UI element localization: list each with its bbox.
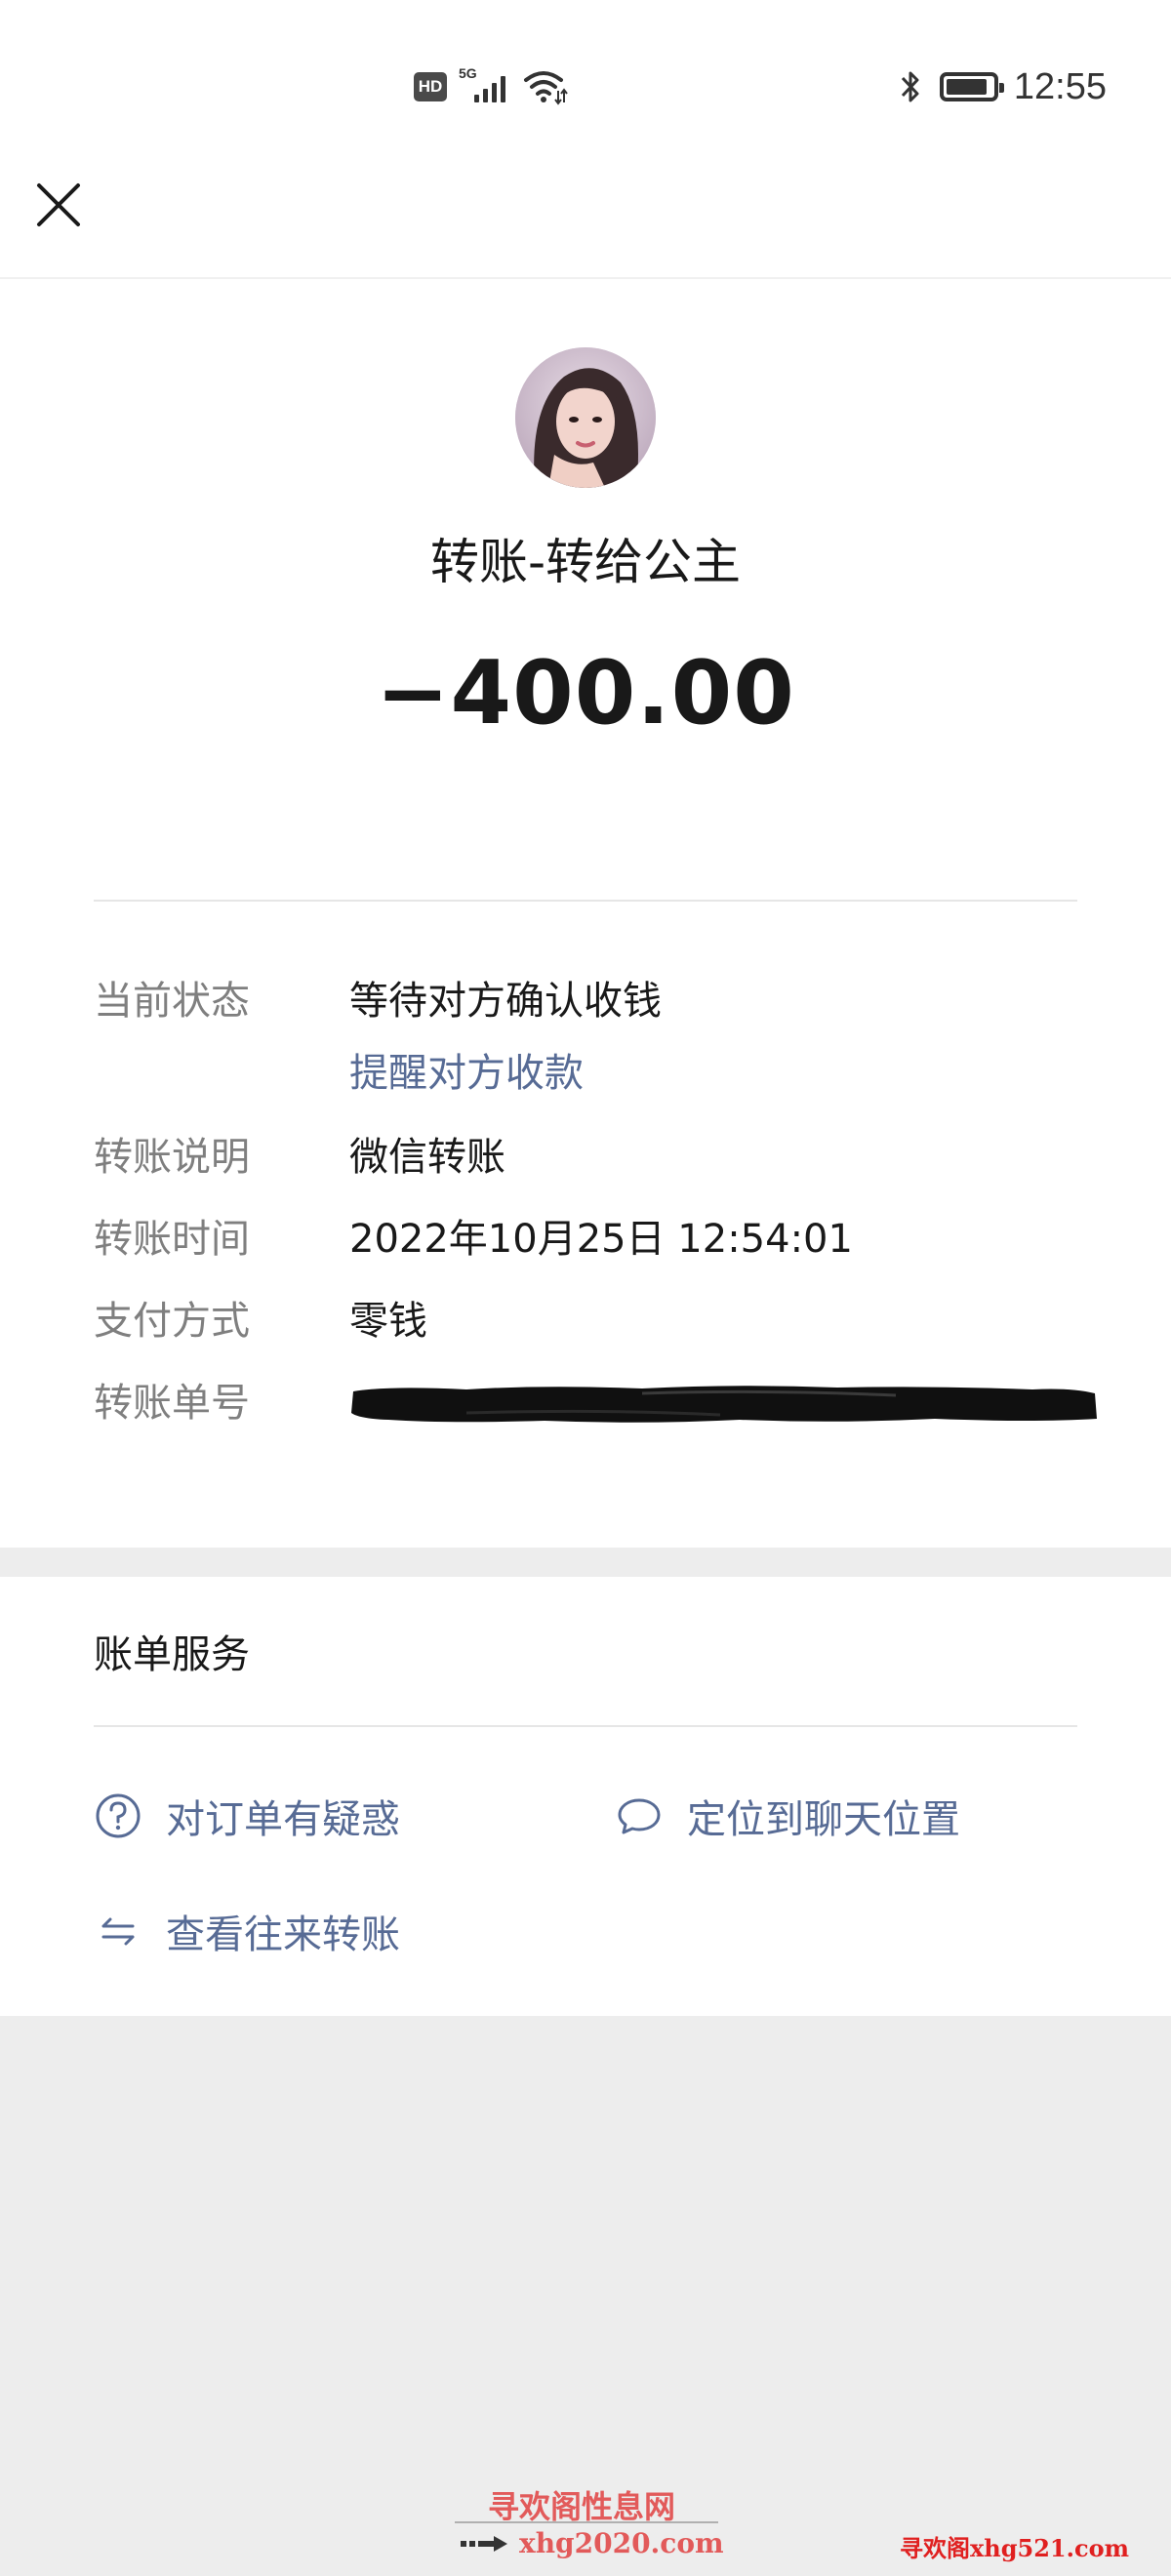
swap-arrows-icon — [94, 1907, 142, 1955]
status-label: 当前状态 — [94, 979, 250, 1024]
close-icon[interactable] — [29, 176, 88, 234]
order-label: 转账单号 — [94, 1381, 250, 1426]
note-label: 转账说明 — [94, 1135, 250, 1180]
watermark-corner: 寻欢阁xhg521.com — [900, 2534, 1130, 2562]
service-title: 账单服务 — [94, 1632, 250, 1677]
watermark-divider — [455, 2521, 718, 2523]
battery-icon — [939, 72, 1004, 101]
divider — [94, 900, 1077, 902]
status-right: 12:55 — [897, 64, 1107, 109]
method-label: 支付方式 — [94, 1299, 250, 1344]
network-type-label: 5G — [459, 65, 477, 81]
remind-payee-link[interactable]: 提醒对方收款 — [349, 1044, 584, 1103]
order-question-button[interactable]: 对订单有疑惑 — [94, 1782, 400, 1850]
header — [0, 166, 1171, 279]
chat-bubble-icon — [615, 1791, 664, 1840]
transfer-amount: −400.00 — [376, 642, 795, 745]
transfer-card: 转账-转给公主 −400.00 当前状态 等待对方确认收钱 提醒对方收款 转账说… — [0, 279, 1171, 1548]
view-transfers-button[interactable]: 查看往来转账 — [94, 1897, 400, 1965]
transfer-title: 转账-转给公主 — [429, 534, 742, 590]
wifi-icon — [524, 71, 568, 105]
status-time: 12:55 — [1013, 65, 1107, 107]
view-transfers-label: 查看往来转账 — [166, 1912, 400, 1957]
note-value: 微信转账 — [349, 1135, 505, 1180]
battery-level — [946, 79, 987, 95]
order-question-label: 对订单有疑惑 — [166, 1797, 400, 1842]
arrow-icon — [461, 2535, 507, 2552]
avatar-image — [515, 347, 656, 488]
bill-service-card: 账单服务 对订单有疑惑 定位到聊天位置 查看往来转账 — [0, 1577, 1171, 2016]
bluetooth-icon — [901, 71, 919, 102]
question-circle-icon — [94, 1791, 142, 1840]
divider — [94, 1725, 1077, 1727]
detail-row-order: 转账单号 — [94, 1374, 1109, 1432]
hd-icon: HD — [414, 72, 447, 101]
watermark-url: xhg2020.com — [461, 2527, 724, 2559]
avatar[interactable] — [515, 347, 656, 488]
status-bar: HD 5G 12:55 — [0, 0, 1171, 166]
cellular-signal-icon: 5G — [457, 65, 513, 106]
status-value: 等待对方确认收钱 — [349, 979, 662, 1024]
redacted-order-number — [351, 1386, 1097, 1423]
locate-chat-button[interactable]: 定位到聊天位置 — [615, 1782, 960, 1850]
locate-chat-label: 定位到聊天位置 — [687, 1797, 960, 1842]
time-label: 转账时间 — [94, 1217, 250, 1262]
watermark-url-text: xhg2020.com — [519, 2527, 724, 2559]
section-gap — [0, 1548, 1171, 1577]
time-value: 2022年10月25日 12:54:01 — [349, 1217, 853, 1262]
status-indicators: HD 5G — [414, 65, 568, 107]
method-value: 零钱 — [349, 1299, 427, 1344]
